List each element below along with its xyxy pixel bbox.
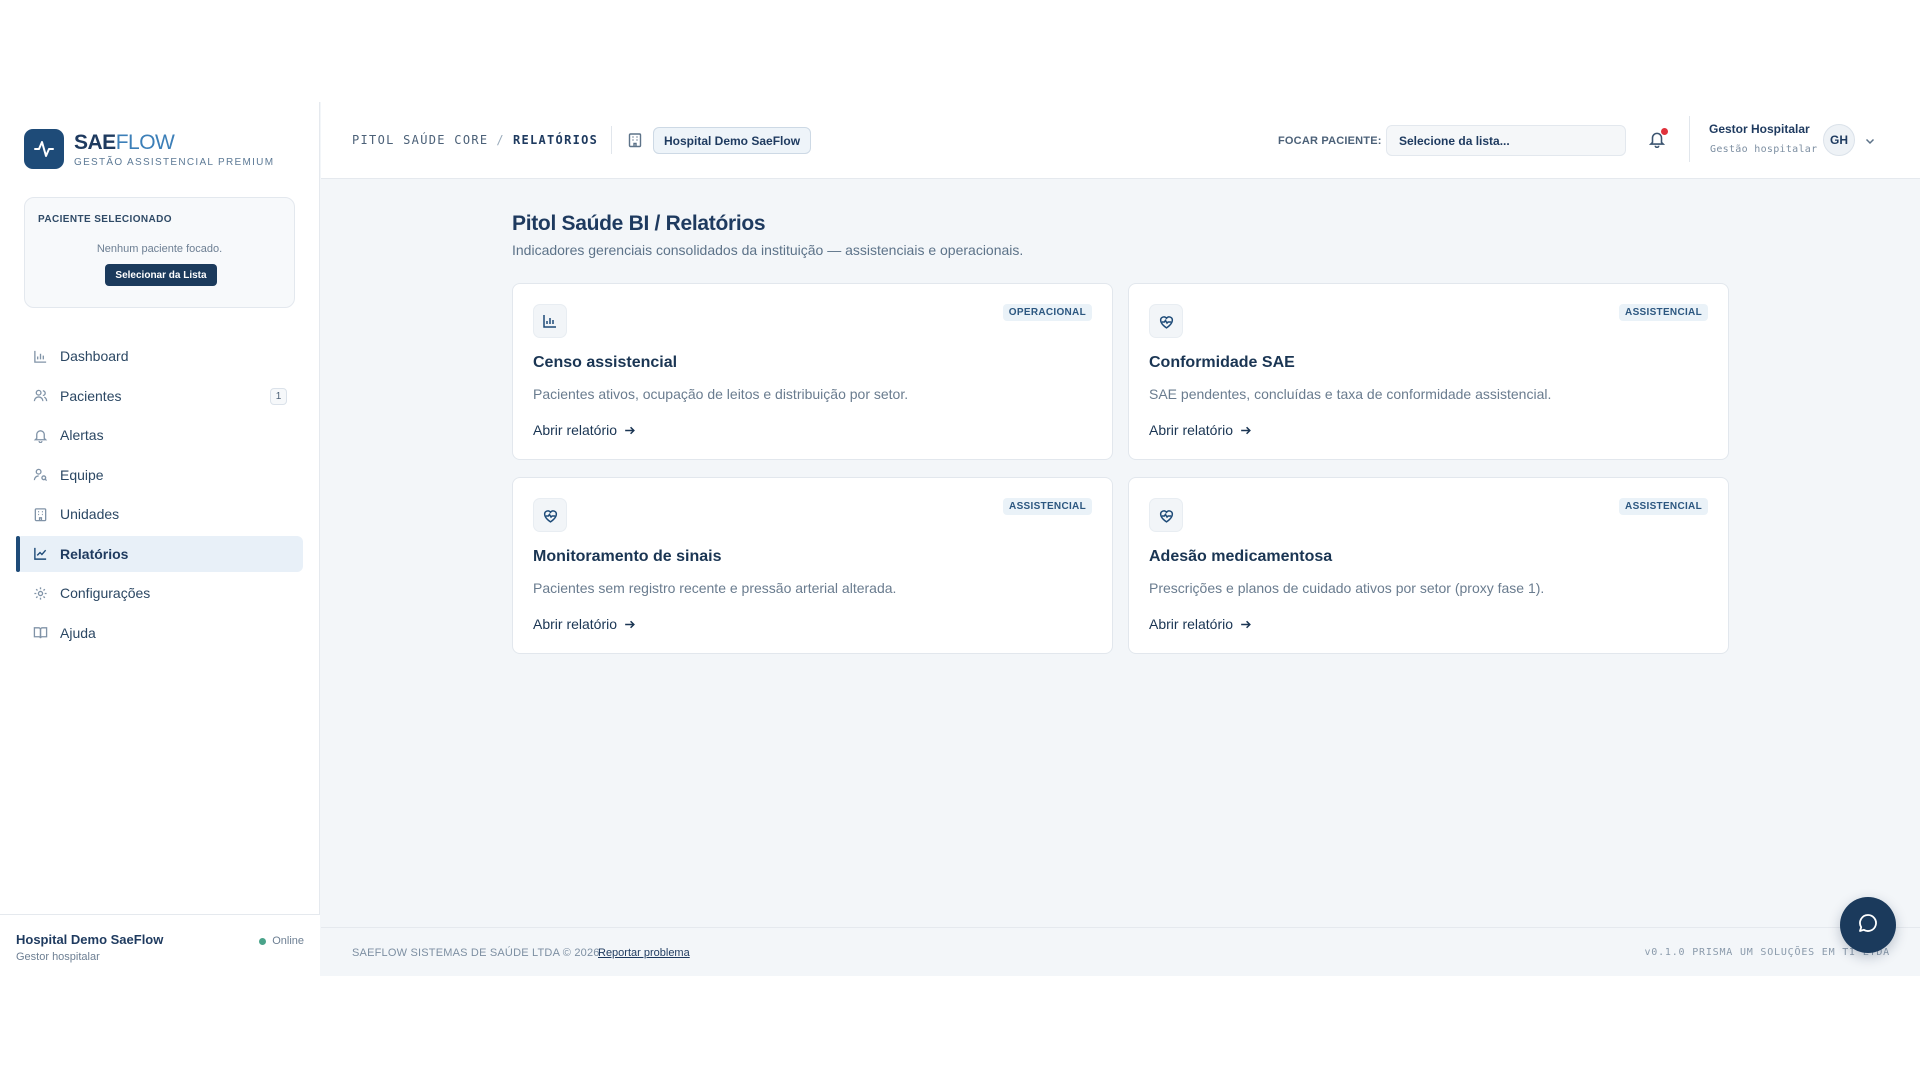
sidebar-nav: Dashboard Pacientes 1 Alertas Equipe Uni… (16, 338, 303, 654)
breadcrumb-root[interactable]: PITOL SAÚDE CORE (352, 133, 488, 147)
brand-subtitle: GESTÃO ASSISTENCIAL PREMIUM (74, 156, 275, 168)
sidebar-item-relatorios[interactable]: Relatórios (16, 535, 303, 572)
category-badge: OPERACIONAL (1002, 304, 1092, 321)
arrow-right-icon (1239, 424, 1252, 437)
arrow-right-icon (623, 618, 636, 631)
user-role-label: Gestão hospitalar (1710, 144, 1818, 155)
bar-chart-icon (32, 348, 48, 364)
sidebar-item-pacientes[interactable]: Pacientes 1 (16, 378, 303, 414)
sidebar-footer: Hospital Demo SaeFlow Gestor hospitalar … (0, 914, 320, 976)
divider (1689, 116, 1690, 162)
select-from-list-button[interactable]: Selecionar da Lista (105, 264, 217, 286)
avatar[interactable]: GH (1823, 124, 1855, 156)
category-badge: ASSISTENCIAL (1619, 498, 1708, 515)
sidebar-item-equipe[interactable]: Equipe (16, 457, 303, 493)
notification-dot (1661, 128, 1668, 135)
copyright-text: SAEFLOW SISTEMAS DE SAÚDE LTDA © 2026 (352, 947, 600, 959)
line-chart-icon (32, 546, 48, 562)
pulse-logo-icon (24, 129, 64, 169)
sidebar-item-label: Alertas (60, 427, 104, 443)
breadcrumb: PITOL SAÚDE CORE / RELATÓRIOS (352, 133, 598, 147)
sidebar-item-label: Unidades (60, 506, 120, 522)
sidebar: SAEFLOW GESTÃO ASSISTENCIAL PREMIUM PACI… (0, 102, 320, 976)
chevron-down-icon[interactable] (1864, 134, 1876, 152)
sidebar-item-alertas[interactable]: Alertas (16, 417, 303, 453)
card-title: Adesão medicamentosa (1149, 548, 1333, 565)
card-description: Prescrições e planos de cuidado ativos p… (1149, 580, 1545, 596)
sidebar-item-unidades[interactable]: Unidades (16, 496, 303, 532)
card-description: Pacientes ativos, ocupação de leitos e d… (533, 386, 909, 402)
arrow-right-icon (623, 424, 636, 437)
selected-patient-panel: PACIENTE SELECIONADO Nenhum paciente foc… (24, 197, 295, 308)
empty-patient-text: Nenhum paciente focado. (96, 243, 223, 255)
hospital-name: Hospital Demo SaeFlow (16, 932, 164, 947)
bell-icon (32, 427, 48, 443)
top-header: PITOL SAÚDE CORE / RELATÓRIOS Hospital D… (321, 102, 1920, 179)
heart-pulse-icon (1149, 304, 1183, 338)
sidebar-item-label: Pacientes (60, 387, 122, 404)
notifications-bell-icon[interactable] (1648, 128, 1668, 153)
sidebar-item-dashboard[interactable]: Dashboard (16, 338, 303, 374)
card-title: Conformidade SAE (1149, 354, 1295, 371)
patients-count-badge: 1 (270, 387, 287, 405)
open-report-link[interactable]: Abrir relatório (533, 422, 636, 438)
building-icon (32, 506, 48, 522)
report-card-adesao[interactable]: ASSISTENCIAL Adesão medicamentosa Prescr… (1128, 477, 1729, 654)
breadcrumb-separator: / (496, 133, 505, 147)
users-icon (32, 388, 48, 404)
open-report-link[interactable]: Abrir relatório (1149, 422, 1252, 438)
card-description: SAE pendentes, concluídas e taxa de conf… (1149, 386, 1552, 402)
heart-pulse-icon (533, 498, 567, 532)
page-subtitle: Indicadores gerenciais consolidados da i… (512, 242, 1024, 258)
user-role: Gestor hospitalar (16, 951, 100, 963)
card-title: Censo assistencial (533, 354, 678, 371)
chat-button[interactable] (1840, 897, 1896, 953)
card-description: Pacientes sem registro recente e pressão… (533, 580, 897, 596)
category-badge: ASSISTENCIAL (1619, 304, 1708, 321)
panel-title: PACIENTE SELECIONADO (38, 214, 172, 225)
team-icon (32, 467, 48, 483)
category-badge: ASSISTENCIAL (1003, 498, 1092, 515)
gear-icon (32, 585, 48, 601)
sidebar-item-label: Dashboard (60, 348, 129, 364)
sidebar-item-configuracoes[interactable]: Configurações (16, 575, 303, 611)
user-name: Gestor Hospitalar (1709, 122, 1810, 136)
open-report-link[interactable]: Abrir relatório (533, 616, 636, 632)
brand[interactable]: SAEFLOW GESTÃO ASSISTENCIAL PREMIUM (24, 129, 274, 169)
card-title: Monitoramento de sinais (533, 548, 722, 565)
heart-pulse-icon (1149, 498, 1183, 532)
app-shell: SAEFLOW GESTÃO ASSISTENCIAL PREMIUM PACI… (0, 102, 1920, 976)
breadcrumb-current: RELATÓRIOS (512, 133, 599, 147)
focus-patient-label: FOCAR PACIENTE: (1278, 135, 1382, 147)
report-card-monitoramento[interactable]: ASSISTENCIAL Monitoramento de sinais Pac… (512, 477, 1113, 654)
focus-patient-select[interactable]: Selecione da lista... (1386, 125, 1626, 156)
sidebar-item-label: Equipe (60, 466, 104, 483)
brand-name: SAEFLOW (74, 130, 175, 154)
page-footer: SAEFLOW SISTEMAS DE SAÚDE LTDA © 2026 Re… (321, 927, 1920, 976)
sidebar-item-ajuda[interactable]: Ajuda (16, 615, 303, 651)
report-card-conformidade[interactable]: ASSISTENCIAL Conformidade SAE SAE penden… (1128, 283, 1729, 460)
page-title: Pitol Saúde BI / Relatórios (512, 212, 766, 235)
chat-bubble-icon (1856, 911, 1880, 940)
online-status: Online (259, 935, 304, 947)
open-report-link[interactable]: Abrir relatório (1149, 616, 1252, 632)
sidebar-item-label: Configurações (60, 585, 151, 601)
sidebar-item-label: Relatórios (60, 545, 129, 562)
bar-chart-icon (533, 304, 567, 338)
arrow-right-icon (1239, 618, 1252, 631)
sidebar-item-label: Ajuda (60, 624, 96, 641)
report-card-censo[interactable]: OPERACIONAL Censo assistencial Pacientes… (512, 283, 1113, 460)
divider (611, 126, 612, 154)
report-problem-link[interactable]: Reportar problema (598, 947, 690, 959)
book-icon (32, 625, 48, 641)
hospital-selector[interactable]: Hospital Demo SaeFlow (653, 127, 812, 154)
status-dot-icon (259, 937, 267, 945)
building-icon (627, 132, 643, 153)
